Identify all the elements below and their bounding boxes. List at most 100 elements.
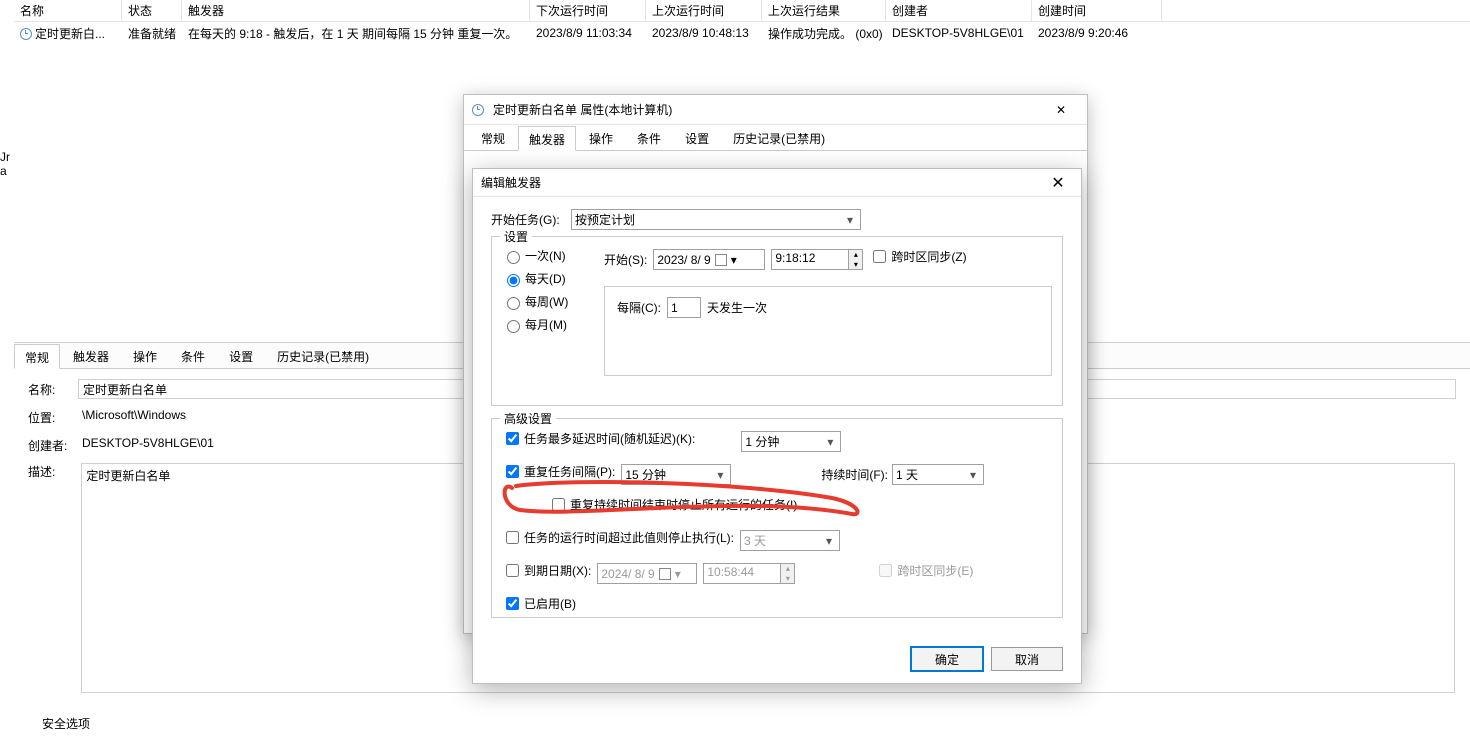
stop-all-checkbox[interactable]: 重复持续时间结束时停止所有运行的任务(I) — [548, 495, 797, 514]
clock-icon — [472, 104, 484, 116]
dialog-titlebar[interactable]: 编辑触发器 ✕ — [473, 169, 1081, 197]
col-last-run[interactable]: 上次运行时间 — [646, 0, 762, 21]
tz-sync-checkbox[interactable]: 跨时区同步(Z) — [869, 247, 966, 266]
task-creator-cell: DESKTOP-5V8HLGE\01 — [886, 24, 1032, 42]
enabled-label: 已启用(B) — [524, 595, 576, 612]
tab-conditions[interactable]: 条件 — [170, 343, 216, 368]
ptab-general[interactable]: 常规 — [470, 125, 516, 150]
begin-task-value: 按预定计划 — [575, 211, 635, 228]
enabled-checkbox[interactable]: 已启用(B) — [502, 594, 576, 613]
ptab-settings[interactable]: 设置 — [674, 125, 720, 150]
tz-sync2-checkbox: 跨时区同步(E) — [875, 561, 973, 580]
expire-date-input: 2024/ 8/ 9 ▾ — [597, 563, 697, 584]
spin-buttons: ▴▾ — [781, 563, 795, 584]
delay-select[interactable]: 1 分钟▾ — [741, 431, 841, 452]
task-state-cell: 准备就绪 — [122, 23, 182, 44]
duration-value: 1 天 — [896, 466, 918, 483]
repeat-checkbox[interactable]: 重复任务间隔(P): — [502, 462, 615, 481]
delay-checkbox[interactable]: 任务最多延迟时间(随机延迟)(K): — [502, 429, 695, 448]
properties-close-button[interactable]: ✕ — [1043, 98, 1079, 122]
radio-weekly[interactable]: 每周(W) — [502, 293, 592, 310]
chevron-down-icon: ▾ — [713, 468, 727, 482]
recur-every-input[interactable] — [667, 297, 701, 318]
col-create-time[interactable]: 创建时间 — [1032, 0, 1162, 21]
radio-daily-label: 每天(D) — [525, 270, 566, 287]
task-name-text: 定时更新白... — [35, 27, 105, 41]
chevron-down-icon: ▾ — [843, 213, 857, 227]
task-last-cell: 2023/8/9 10:48:13 — [646, 24, 762, 42]
ptab-actions[interactable]: 操作 — [578, 125, 624, 150]
task-ctime-cell: 2023/8/9 9:20:46 — [1032, 24, 1162, 42]
start-label: 开始(S): — [604, 251, 647, 268]
tab-history[interactable]: 历史记录(已禁用) — [266, 343, 380, 368]
tz-sync2-label: 跨时区同步(E) — [897, 562, 973, 579]
task-name-cell: 定时更新白... — [14, 23, 122, 44]
dialog-close-button[interactable]: ✕ — [1043, 173, 1073, 193]
calendar-icon — [659, 568, 671, 580]
radio-monthly[interactable]: 每月(M) — [502, 316, 592, 333]
cancel-button[interactable]: 取消 — [991, 647, 1063, 671]
duration-select[interactable]: 1 天 ▾ — [892, 464, 984, 485]
begin-task-label: 开始任务(G): — [491, 211, 571, 228]
ok-button[interactable]: 确定 — [911, 647, 983, 671]
calendar-icon — [715, 254, 727, 266]
advanced-group-title: 高级设置 — [500, 410, 556, 427]
col-next-run[interactable]: 下次运行时间 — [530, 0, 646, 21]
task-result-cell: 操作成功完成。 (0x0) — [762, 23, 886, 44]
task-row[interactable]: 定时更新白... 准备就绪 在每天的 9:18 - 触发后，在 1 天 期间每隔… — [14, 22, 1470, 44]
ptab-history[interactable]: 历史记录(已禁用) — [722, 125, 836, 150]
clock-icon — [20, 28, 32, 40]
recur-every-label: 每隔(C): — [617, 299, 661, 316]
properties-titlebar[interactable]: 定时更新白名单 属性(本地计算机) ✕ — [464, 95, 1087, 125]
start-time-input[interactable]: 9:18:12▴▾ — [771, 249, 863, 270]
security-options-heading: 安全选项 — [42, 715, 90, 732]
ptab-triggers[interactable]: 触发器 — [518, 126, 576, 151]
properties-title: 定时更新白名单 属性(本地计算机) — [493, 101, 672, 118]
start-date-input[interactable]: 2023/ 8/ 9▾ — [653, 249, 765, 270]
repeat-interval-select[interactable]: 15 分钟 ▾ — [621, 464, 731, 485]
radio-weekly-label: 每周(W) — [525, 293, 568, 310]
maxrun-value: 3 天 — [744, 532, 766, 549]
dialog-title: 编辑触发器 — [481, 174, 541, 191]
side-line: a — [0, 164, 7, 178]
task-next-cell: 2023/8/9 11:03:34 — [530, 24, 646, 42]
radio-once[interactable]: 一次(N) — [502, 247, 592, 264]
start-time-text: 9:18:12 — [771, 249, 849, 270]
col-creator[interactable]: 创建者 — [886, 0, 1032, 21]
col-name[interactable]: 名称 — [14, 0, 122, 21]
expire-date-text: 2024/ 8/ 9 — [601, 567, 654, 581]
radio-daily[interactable]: 每天(D) — [502, 270, 592, 287]
ptab-conditions[interactable]: 条件 — [626, 125, 672, 150]
tab-general[interactable]: 常规 — [14, 344, 60, 369]
expire-time-text: 10:58:44 — [703, 563, 781, 584]
col-last-result[interactable]: 上次运行结果 — [762, 0, 886, 21]
chevron-down-icon: ▾ — [966, 468, 980, 482]
expire-checkbox[interactable]: 到期日期(X): — [502, 561, 591, 580]
maxrun-checkbox[interactable]: 任务的运行时间超过此值则停止执行(L): — [502, 528, 734, 547]
tab-triggers[interactable]: 触发器 — [62, 343, 120, 368]
repeat-label: 重复任务间隔(P): — [524, 463, 615, 480]
col-trigger[interactable]: 触发器 — [182, 0, 530, 21]
chevron-down-icon: ▾ — [823, 435, 837, 449]
det-name-label: 名称: — [28, 381, 78, 398]
chevron-down-icon: ▾ — [731, 253, 737, 267]
task-trigger-cell: 在每天的 9:18 - 触发后，在 1 天 期间每隔 15 分钟 重复一次。 — [182, 23, 530, 44]
recur-every-suffix: 天发生一次 — [707, 299, 767, 316]
chevron-down-icon: ▾ — [675, 567, 681, 581]
col-state[interactable]: 状态 — [122, 0, 182, 21]
maxrun-label: 任务的运行时间超过此值则停止执行(L): — [524, 529, 734, 546]
tab-actions[interactable]: 操作 — [122, 343, 168, 368]
tab-settings[interactable]: 设置 — [218, 343, 264, 368]
settings-group-title: 设置 — [500, 228, 532, 245]
tz-sync-label: 跨时区同步(Z) — [891, 248, 966, 265]
chevron-down-icon: ▾ — [822, 534, 836, 548]
properties-tabbar: 常规 触发器 操作 条件 设置 历史记录(已禁用) — [464, 125, 1087, 151]
begin-task-select[interactable]: 按预定计划 ▾ — [571, 209, 861, 230]
radio-monthly-label: 每月(M) — [525, 316, 567, 333]
det-desc-label: 描述: — [28, 463, 78, 480]
spin-buttons[interactable]: ▴▾ — [849, 249, 863, 270]
maxrun-select: 3 天 ▾ — [740, 530, 840, 551]
repeat-value: 15 分钟 — [625, 466, 666, 483]
det-loc-label: 位置: — [28, 409, 78, 426]
stop-all-label: 重复持续时间结束时停止所有运行的任务(I) — [570, 496, 797, 513]
